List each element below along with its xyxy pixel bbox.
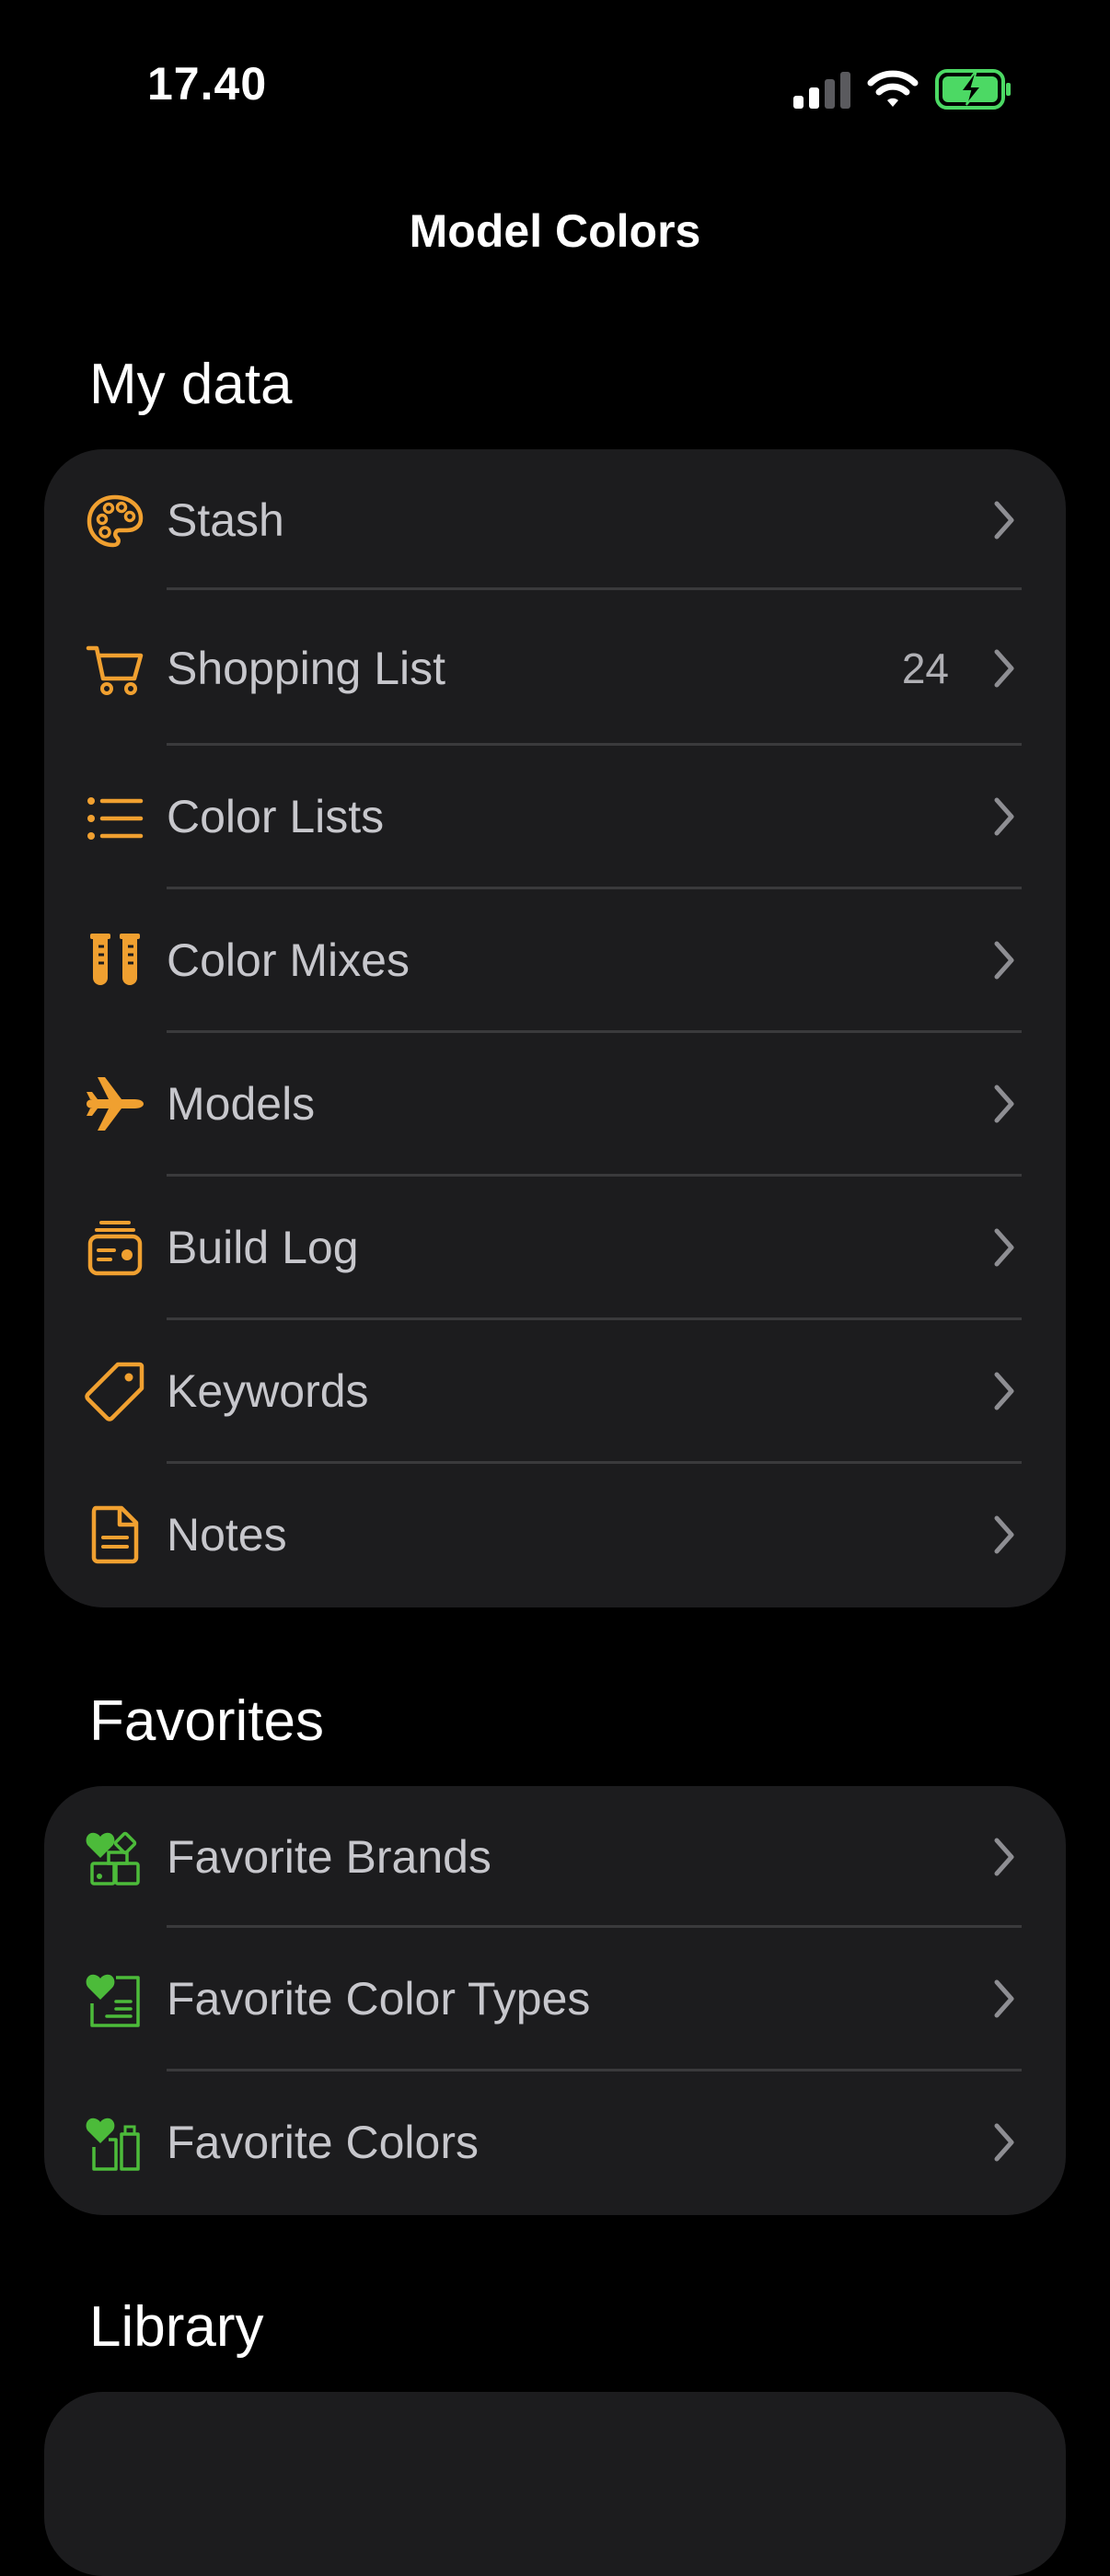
heart-colors-icon (85, 2112, 145, 2173)
chevron-right-icon (994, 2123, 1014, 2162)
row-label-shopping-list: Shopping List (167, 643, 446, 694)
row-stash[interactable]: Stash (44, 449, 1066, 590)
tag-icon (85, 1361, 145, 1421)
row-favorite-brands[interactable]: Favorite Brands (44, 1786, 1066, 1928)
row-label-color-mixes: Color Mixes (167, 934, 410, 986)
chevron-right-icon (994, 1228, 1014, 1267)
row-notes[interactable]: Notes (44, 1464, 1066, 1607)
row-build-log[interactable]: Build Log (44, 1177, 1066, 1320)
page-title: Model Colors (409, 205, 701, 257)
row-color-lists[interactable]: Color Lists (44, 746, 1066, 889)
row-favorite-color-types[interactable]: Favorite Color Types (44, 1928, 1066, 2071)
log-stack-icon (85, 1217, 145, 1278)
library-card (44, 2392, 1066, 2576)
chevron-right-icon (994, 1979, 1014, 2018)
section-header-my-data: My data (89, 353, 293, 416)
heart-types-icon (85, 1968, 145, 2029)
row-label-favorite-color-types: Favorite Color Types (167, 1973, 591, 2025)
shopping-list-count-badge: 24 (901, 644, 949, 692)
section-header-favorites: Favorites (89, 1689, 324, 1753)
chevron-right-icon (994, 1372, 1014, 1410)
list-icon (85, 788, 145, 849)
cellular-signal-icon (793, 72, 850, 109)
battery-charging-icon (935, 69, 1011, 110)
chevron-right-icon (994, 797, 1014, 836)
airplane-icon (85, 1073, 145, 1134)
row-label-keywords: Keywords (167, 1365, 369, 1417)
wifi-icon (867, 70, 919, 107)
chevron-right-icon (994, 1838, 1014, 1876)
chevron-right-icon (994, 1515, 1014, 1554)
row-label-favorite-brands: Favorite Brands (167, 1831, 491, 1883)
row-label-models: Models (167, 1078, 316, 1130)
row-label-favorite-colors: Favorite Colors (167, 2117, 479, 2168)
chevron-right-icon (994, 649, 1014, 688)
my-data-card: Stash Shopping List 24 Color Lists Color… (44, 449, 1066, 1607)
favorites-card: Favorite Brands Favorite Color Types Fav… (44, 1786, 1066, 2215)
row-color-mixes[interactable]: Color Mixes (44, 889, 1066, 1033)
chevron-right-icon (994, 501, 1014, 540)
row-label-notes: Notes (167, 1509, 287, 1561)
row-label-build-log: Build Log (167, 1222, 359, 1273)
palette-icon (85, 492, 145, 552)
test-tubes-icon (85, 930, 145, 991)
chevron-right-icon (994, 1085, 1014, 1123)
status-bar: 17.40 (0, 0, 1110, 184)
row-label-color-lists: Color Lists (167, 791, 385, 842)
cart-icon (85, 640, 145, 701)
row-models[interactable]: Models (44, 1033, 1066, 1177)
section-header-library: Library (89, 2295, 264, 2359)
row-keywords[interactable]: Keywords (44, 1320, 1066, 1464)
heart-brands-icon (85, 1827, 145, 1887)
row-favorite-colors[interactable]: Favorite Colors (44, 2071, 1066, 2215)
document-icon (85, 1504, 145, 1565)
chevron-right-icon (994, 941, 1014, 980)
row-shopping-list[interactable]: Shopping List 24 (44, 590, 1066, 746)
row-label-stash: Stash (167, 494, 284, 546)
status-time: 17.40 (147, 58, 268, 110)
